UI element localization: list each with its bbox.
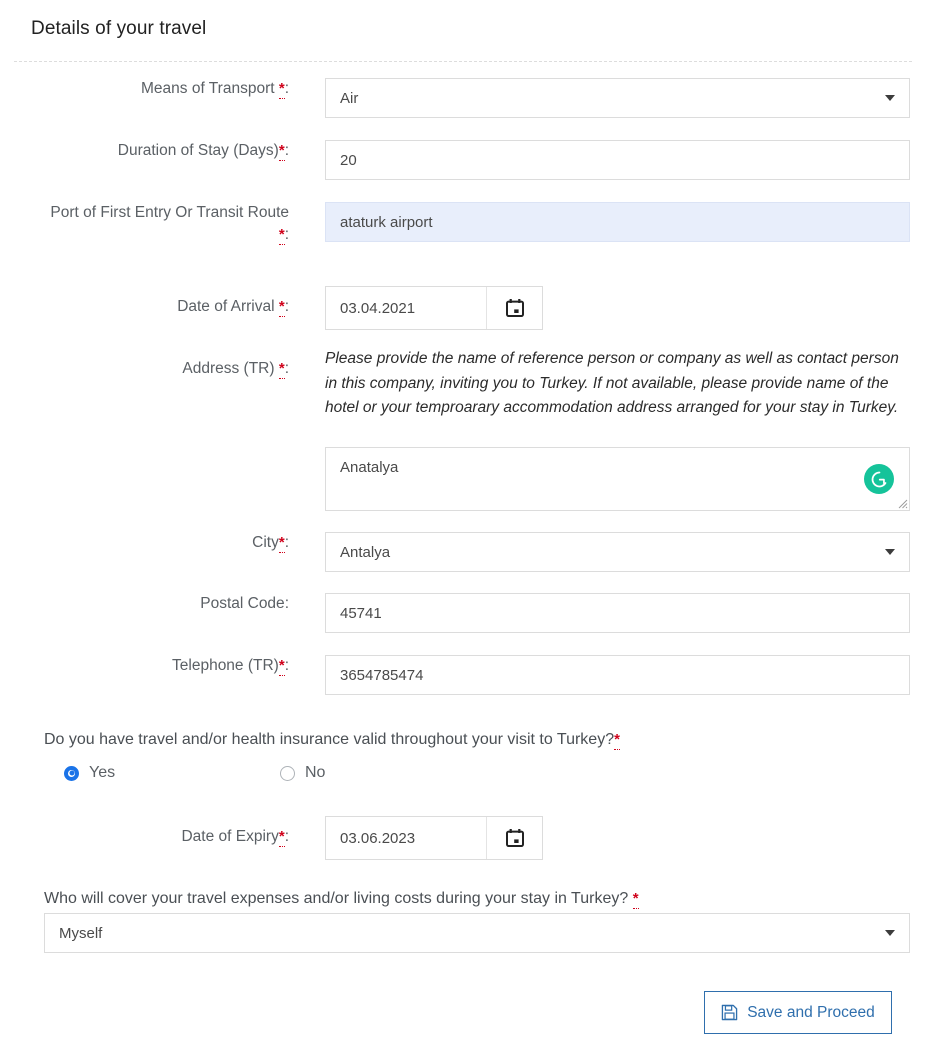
grammarly-icon[interactable] — [864, 464, 894, 494]
input-duration-of-stay-value: 20 — [340, 151, 357, 169]
chevron-down-icon — [885, 95, 895, 101]
row-port-of-first-entry: Port of First Entry Or Transit Route *: … — [0, 202, 910, 246]
address-help-text: Please provide the name of reference per… — [325, 350, 899, 416]
select-city-value: Antalya — [340, 543, 391, 561]
input-port-of-first-entry-value: ataturk airport — [340, 213, 433, 231]
input-duration-of-stay[interactable]: 20 — [325, 140, 910, 180]
radio-yes-label: Yes — [89, 764, 116, 781]
date-of-expiry-calendar-button[interactable] — [486, 817, 542, 859]
save-and-proceed-button[interactable]: Save and Proceed — [704, 991, 892, 1034]
textarea-address-tr[interactable] — [325, 447, 910, 511]
expenses-question-label: Who will cover your travel expenses and/… — [44, 890, 639, 909]
textarea-address-wrapper — [325, 447, 910, 511]
select-city[interactable]: Antalya — [325, 532, 910, 572]
row-postal-code: Postal Code: 45741 — [0, 593, 910, 633]
insurance-question-label: Do you have travel and/or health insuran… — [44, 731, 620, 750]
label-means-of-transport: Means of Transport *: — [141, 80, 289, 99]
row-date-of-arrival: Date of Arrival *: 03.04.2021 — [0, 286, 543, 330]
chevron-down-icon — [885, 930, 895, 936]
radio-option-no[interactable]: No — [280, 764, 325, 782]
label-address-tr: Address (TR) *: — [182, 360, 289, 379]
radio-no-label: No — [305, 764, 326, 781]
calendar-icon — [505, 299, 524, 317]
input-telephone-tr[interactable]: 3654785474 — [325, 655, 910, 695]
input-date-of-arrival-value[interactable]: 03.04.2021 — [326, 287, 486, 329]
input-postal-code-value: 45741 — [340, 604, 382, 622]
input-postal-code[interactable]: 45741 — [325, 593, 910, 633]
save-floppy-icon — [721, 1004, 738, 1021]
label-date-of-expiry: Date of Expiry*: — [181, 828, 289, 847]
label-date-of-arrival: Date of Arrival *: — [177, 298, 289, 317]
select-means-of-transport[interactable]: Air — [325, 78, 910, 118]
travel-details-form: Details of your travel Means of Transpor… — [0, 0, 926, 1052]
save-and-proceed-label: Save and Proceed — [747, 1003, 875, 1021]
row-telephone-tr: Telephone (TR)*: 3654785474 — [0, 655, 910, 695]
date-of-arrival-calendar-button[interactable] — [486, 287, 542, 329]
datefield-date-of-expiry[interactable]: 03.06.2023 — [325, 816, 543, 860]
label-city: City*: — [252, 534, 289, 553]
label-port-of-first-entry: Port of First Entry Or Transit Route *: — [50, 204, 289, 245]
label-telephone-tr: Telephone (TR)*: — [172, 657, 289, 676]
input-port-of-first-entry[interactable]: ataturk airport — [325, 202, 910, 242]
required-asterisk: * — [632, 890, 639, 909]
select-expenses-payer[interactable]: Myself — [44, 913, 910, 953]
title-divider — [14, 61, 912, 62]
calendar-icon — [505, 829, 524, 847]
insurance-radio-group: Yes No — [64, 764, 325, 782]
select-expenses-payer-value: Myself — [59, 924, 103, 942]
radio-option-yes[interactable]: Yes — [64, 764, 280, 782]
row-date-of-expiry: Date of Expiry*: 03.06.2023 — [0, 816, 543, 860]
datefield-date-of-arrival[interactable]: 03.04.2021 — [325, 286, 543, 330]
radio-yes-indicator[interactable] — [64, 765, 79, 781]
required-asterisk: * — [614, 731, 620, 750]
page-title: Details of your travel — [31, 18, 207, 39]
select-means-of-transport-value: Air — [340, 89, 359, 107]
input-date-of-expiry-value[interactable]: 03.06.2023 — [326, 817, 486, 859]
row-means-of-transport: Means of Transport *: Air — [0, 78, 910, 118]
row-city: City*: Antalya — [0, 532, 910, 572]
input-telephone-tr-value: 3654785474 — [340, 666, 424, 684]
label-postal-code: Postal Code: — [200, 595, 289, 612]
row-address-tr: Address (TR) *: — [0, 358, 289, 380]
grammarly-g-glyph — [871, 471, 886, 487]
chevron-down-icon — [885, 549, 895, 555]
row-duration-of-stay: Duration of Stay (Days)*: 20 — [0, 140, 910, 180]
radio-no-indicator[interactable] — [280, 765, 295, 781]
label-duration-of-stay: Duration of Stay (Days)*: — [117, 142, 289, 161]
